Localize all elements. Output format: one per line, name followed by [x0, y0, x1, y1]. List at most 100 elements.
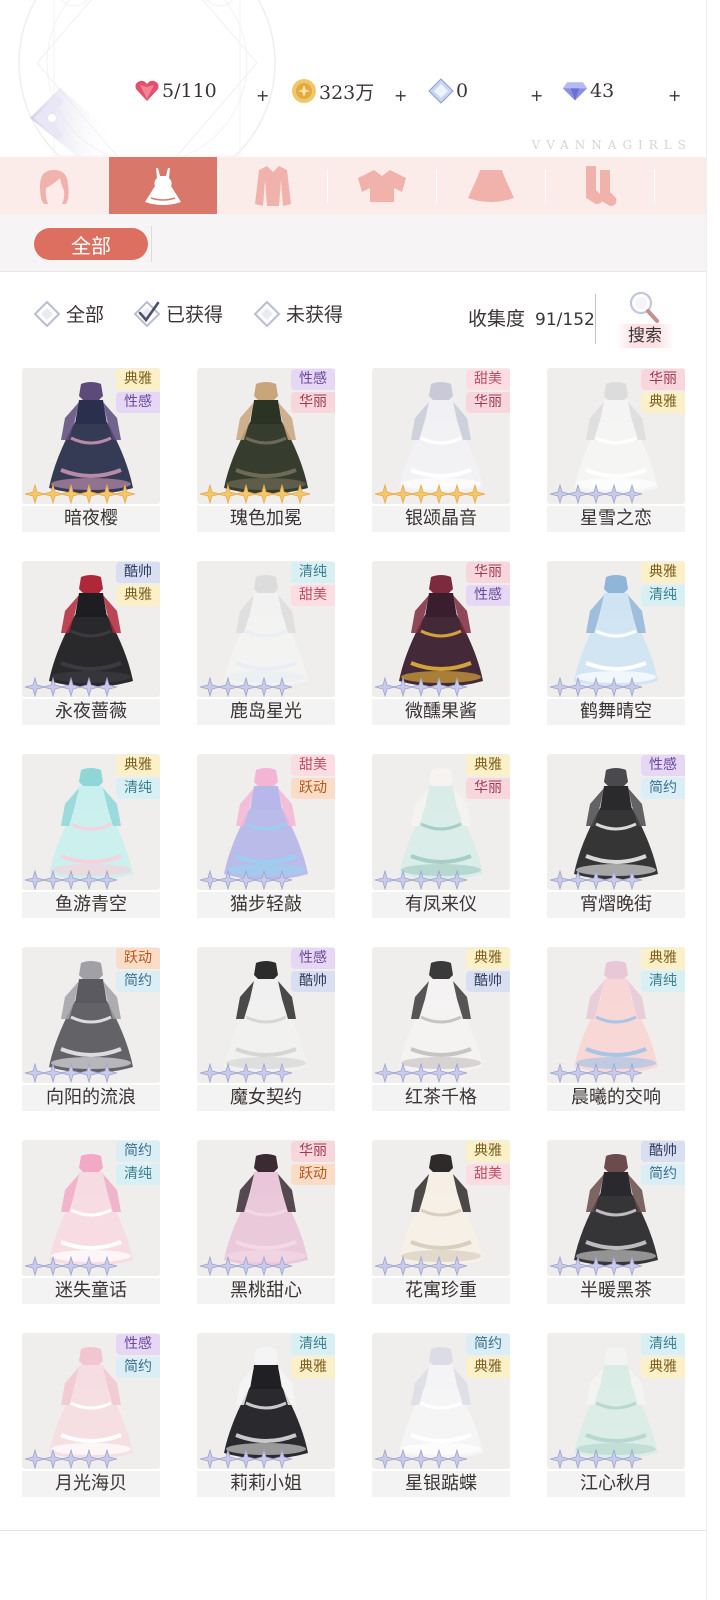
- outfit-card[interactable]: 性感 简约 宵熠晚街: [547, 754, 685, 918]
- outfit-card[interactable]: 性感 华丽 瑰色加冕: [197, 368, 335, 532]
- tab-skirt[interactable]: [437, 157, 545, 214]
- rarity-stars: [199, 484, 311, 504]
- back-arrow-icon: [30, 88, 114, 162]
- rarity-stars: [549, 1256, 643, 1276]
- outfit-card[interactable]: 性感 酷帅 魔女契约: [197, 947, 335, 1111]
- style-tag: 华丽: [466, 392, 510, 413]
- tab-top[interactable]: [328, 157, 436, 214]
- outfit-card[interactable]: 清纯 典雅莉莉小姐: [197, 1333, 335, 1497]
- back-button[interactable]: [24, 84, 120, 164]
- style-tag: 典雅: [291, 1357, 335, 1378]
- stamina-value: 5/110: [162, 80, 217, 102]
- style-tag: 清纯: [641, 585, 685, 606]
- outfit-card[interactable]: 清纯 典雅 江心秋月: [547, 1333, 685, 1497]
- outfit-name: 莉莉小姐: [197, 1471, 335, 1497]
- outfit-card[interactable]: 跃动 简约 向阳的流浪: [22, 947, 160, 1111]
- outfit-card[interactable]: 性感 简约 月光海贝: [22, 1333, 160, 1497]
- outfit-name: 星雪之恋: [547, 506, 685, 532]
- rarity-stars: [24, 484, 136, 504]
- outfit-name: 红茶千格: [372, 1085, 510, 1111]
- style-tag: 典雅: [641, 562, 685, 583]
- star-icon: [621, 1256, 643, 1276]
- gold-coin-icon: [291, 78, 317, 104]
- rarity-stars: [549, 1063, 643, 1083]
- search-button[interactable]: 搜索: [612, 290, 678, 350]
- rarity-stars: [199, 677, 293, 697]
- radio-checked-icon: [134, 300, 160, 327]
- star-icon: [446, 677, 468, 697]
- rarity-stars: [199, 1256, 293, 1276]
- outfit-thumbnail: 典雅 清纯: [547, 561, 685, 697]
- style-tag: 简约: [466, 1334, 510, 1355]
- radio-diamond-icon: [254, 300, 280, 327]
- style-tag: 典雅: [466, 1357, 510, 1378]
- style-tag: 清纯: [291, 1334, 335, 1355]
- rarity-stars: [374, 484, 486, 504]
- outfit-thumbnail: 酷帅 简约: [547, 1140, 685, 1276]
- outfit-thumbnail: 甜美 跃动: [197, 754, 335, 890]
- diamond-icon: [562, 78, 588, 104]
- tab-coat[interactable]: [219, 157, 327, 214]
- tab-dress[interactable]: [109, 157, 217, 214]
- outfit-card[interactable]: 甜美 华丽 银颂晶音: [372, 368, 510, 532]
- outfit-card[interactable]: 典雅 清纯 晨曦的交响: [547, 947, 685, 1111]
- outfit-card[interactable]: 典雅 甜美 花寓珍重: [372, 1140, 510, 1304]
- filter-obtained-option[interactable]: 已获得: [134, 300, 223, 327]
- add-stamina-button[interactable]: +: [256, 78, 269, 112]
- style-tag: 典雅: [466, 1141, 510, 1162]
- top-icon: [358, 169, 406, 202]
- outfit-card[interactable]: 典雅 清纯 鹤舞晴空: [547, 561, 685, 725]
- outfit-name: 猫步轻敲: [197, 892, 335, 918]
- style-tag: 甜美: [466, 1164, 510, 1185]
- star-icon: [446, 870, 468, 890]
- outfit-card[interactable]: 酷帅 典雅 永夜蔷薇: [22, 561, 160, 725]
- outfit-card[interactable]: 酷帅 简约 半暖黑茶: [547, 1140, 685, 1304]
- add-gold-button[interactable]: +: [394, 78, 407, 112]
- outfit-card[interactable]: 典雅 华丽 有凤来仪: [372, 754, 510, 918]
- outfit-card[interactable]: 甜美 跃动 猫步轻敲: [197, 754, 335, 918]
- style-tag: 华丽: [291, 392, 335, 413]
- outfit-card[interactable]: 清纯 甜美 鹿岛星光: [197, 561, 335, 725]
- outfit-card[interactable]: 典雅 清纯 鱼游青空: [22, 754, 160, 918]
- filter-all-option[interactable]: 全部: [34, 300, 104, 327]
- style-tag: 典雅: [641, 1357, 685, 1378]
- tab-hair[interactable]: [0, 157, 108, 214]
- wardrobe-screen: 5/110 + 323万 + 0 + 43 + VVANNAGIRLS 全部 全…: [0, 0, 720, 1600]
- subcategory-all-pill[interactable]: 全部: [34, 228, 148, 260]
- coat-icon: [255, 165, 291, 206]
- outfit-card[interactable]: 典雅 性感 暗夜樱: [22, 368, 160, 532]
- star-icon: [271, 677, 293, 697]
- outfit-name: 有凤来仪: [372, 892, 510, 918]
- add-diamond-button[interactable]: +: [668, 78, 681, 112]
- outfit-thumbnail: 典雅 甜美: [372, 1140, 510, 1276]
- top-bar: 5/110 + 323万 + 0 + 43 + VVANNAGIRLS: [0, 0, 720, 192]
- rarity-stars: [549, 1449, 643, 1469]
- outfit-card[interactable]: 典雅 酷帅 红茶千格: [372, 947, 510, 1111]
- star-icon: [96, 1256, 118, 1276]
- outfit-name: 微醺果酱: [372, 699, 510, 725]
- outfit-card[interactable]: 华丽 性感 微醺果酱: [372, 561, 510, 725]
- search-icon: [629, 291, 659, 323]
- rarity-stars: [374, 677, 468, 697]
- outfit-card[interactable]: 简约 典雅 星银踮蝶: [372, 1333, 510, 1497]
- style-tag: 简约: [116, 1141, 160, 1162]
- outfit-name: 暗夜樱: [22, 506, 160, 532]
- star-icon: [271, 1063, 293, 1083]
- outfit-card[interactable]: 简约 清纯 迷失童话: [22, 1140, 160, 1304]
- rarity-stars: [24, 1256, 118, 1276]
- outfit-card[interactable]: 华丽 跃动 黑桃甜心: [197, 1140, 335, 1304]
- outfit-name: 宵熠晚街: [547, 892, 685, 918]
- outfit-thumbnail: 典雅 华丽: [372, 754, 510, 890]
- style-tag: 简约: [116, 971, 160, 992]
- outfit-thumbnail: 甜美 华丽: [372, 368, 510, 504]
- rarity-stars: [549, 870, 643, 890]
- outfit-thumbnail: 华丽 典雅: [547, 368, 685, 504]
- tab-socks[interactable]: [546, 157, 654, 214]
- style-tag: 酷帅: [466, 971, 510, 992]
- outfit-card[interactable]: 华丽 典雅 星雪之恋: [547, 368, 685, 532]
- style-tag: 典雅: [641, 948, 685, 969]
- outfit-thumbnail: 简约 清纯: [22, 1140, 160, 1276]
- add-crystal-button[interactable]: +: [530, 78, 543, 112]
- filter-not-obtained-option[interactable]: 未获得: [254, 300, 343, 327]
- diamond-value: 43: [590, 80, 615, 102]
